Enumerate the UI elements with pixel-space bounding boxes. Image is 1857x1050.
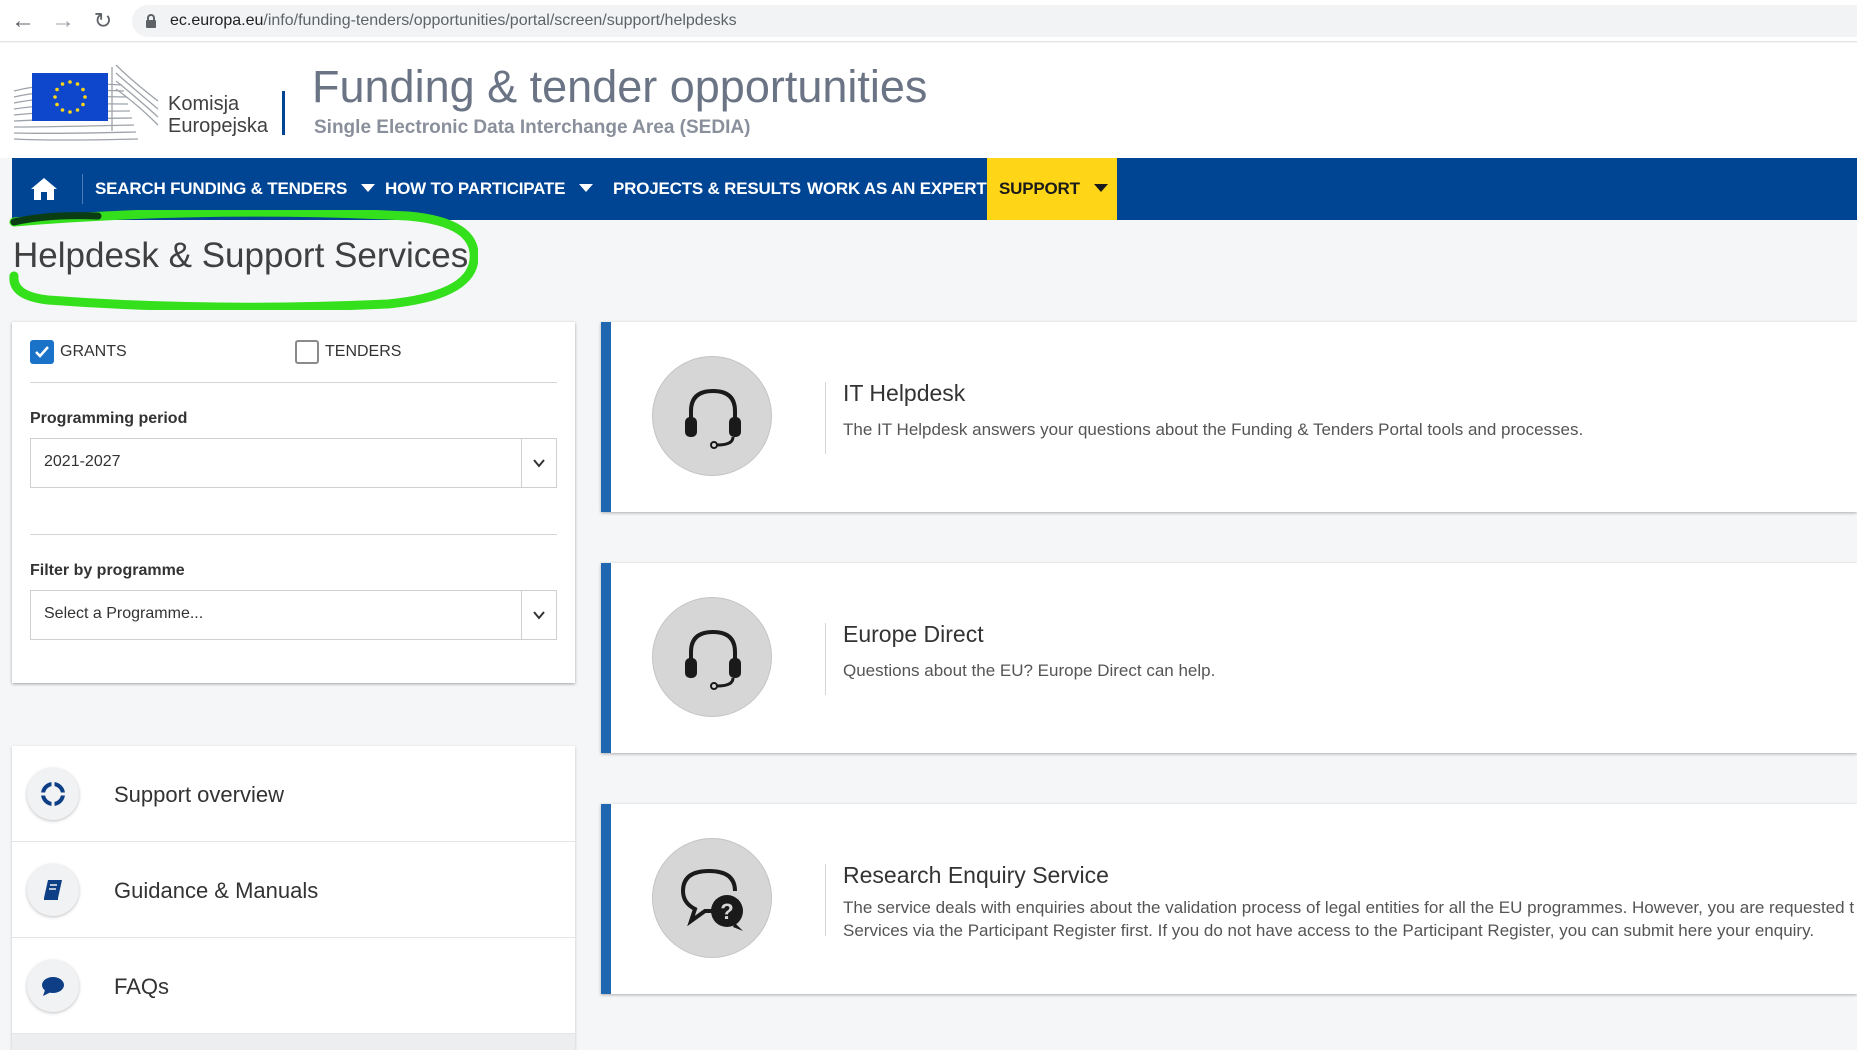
card-title[interactable]: IT Helpdesk <box>843 380 965 407</box>
organisation-name-line1: Komisja <box>168 93 240 115</box>
menu-item-label: Guidance & Manuals <box>114 878 319 903</box>
caret-down-icon <box>579 184 594 193</box>
grants-label[interactable]: GRANTS <box>60 343 127 361</box>
filter-divider <box>30 382 557 383</box>
menu-footer <box>12 1034 575 1050</box>
select-divider <box>521 439 522 487</box>
svg-text:?: ? <box>720 899 733 924</box>
speech-bubble-icon <box>27 960 79 1012</box>
filter-by-programme-label: Filter by programme <box>30 562 185 579</box>
caret-down-icon <box>1093 184 1108 193</box>
site-title[interactable]: Funding & tender opportunities <box>312 61 927 113</box>
card-description: The IT Helpdesk answers your questions a… <box>843 418 1583 441</box>
page-title: Helpdesk & Support Services <box>13 236 469 275</box>
helpdesk-card-europe-direct[interactable]: Europe Direct Questions about the EU? Eu… <box>601 563 1857 753</box>
main-navigation: SEARCH FUNDING & TENDERS HOW TO PARTICIP… <box>12 158 1857 220</box>
support-menu: Support overview Guidance & Manuals FAQs <box>12 746 575 1050</box>
tenders-checkbox[interactable] <box>295 340 319 364</box>
nav-work-as-expert[interactable]: WORK AS AN EXPERT <box>807 158 987 220</box>
programme-select-placeholder: Select a Programme... <box>44 605 204 622</box>
url-text[interactable]: ec.europa.eu/info/funding-tenders/opport… <box>170 12 737 30</box>
nav-support[interactable]: SUPPORT <box>987 158 1117 220</box>
lock-icon <box>146 14 156 28</box>
menu-item-label: Support overview <box>114 782 284 807</box>
caret-down-icon <box>361 184 376 193</box>
organisation-name: Komisja Europejska <box>168 93 268 137</box>
nav-work-as-expert-label: WORK AS AN EXPERT <box>807 179 987 198</box>
chevron-down-icon <box>533 459 545 468</box>
back-arrow-icon[interactable]: ← <box>10 8 36 34</box>
menu-item-support-overview[interactable]: Support overview <box>12 746 575 842</box>
menu-item-label: FAQs <box>114 974 170 999</box>
nav-projects-results[interactable]: PROJECTS & RESULTS <box>613 158 801 220</box>
menu-item-guidance-manuals[interactable]: Guidance & Manuals <box>12 842 575 938</box>
grants-checkbox[interactable] <box>30 340 54 364</box>
programming-period-select[interactable]: 2021-2027 <box>30 438 557 488</box>
card-title[interactable]: Research Enquiry Service <box>843 862 1109 889</box>
card-description-line: The service deals with enquiries about t… <box>843 898 1855 917</box>
card-title[interactable]: Europe Direct <box>843 621 984 648</box>
header-divider <box>282 91 285 135</box>
nav-search-funding-tenders[interactable]: SEARCH FUNDING & TENDERS <box>95 158 376 220</box>
card-description-line: Questions about the EU? Europe Direct ca… <box>843 661 1216 680</box>
headset-icon <box>652 356 772 476</box>
nav-search-funding-tenders-label: SEARCH FUNDING & TENDERS <box>95 179 348 198</box>
card-description-line: Services via the Participant Register fi… <box>843 921 1815 940</box>
filter-divider <box>30 534 557 535</box>
organisation-name-line2: Europejska <box>168 115 269 137</box>
card-description: Questions about the EU? Europe Direct ca… <box>843 659 1215 682</box>
question-chat-icon: ? <box>652 838 772 958</box>
nav-how-to-participate-label: HOW TO PARTICIPATE <box>385 179 566 198</box>
reload-icon[interactable]: ↻ <box>90 8 116 34</box>
card-divider <box>825 623 826 695</box>
card-description-line: The IT Helpdesk answers your questions a… <box>843 420 1584 439</box>
programming-period-value: 2021-2027 <box>44 453 121 470</box>
url-path: /info/funding-tenders/opportunities/port… <box>263 12 737 29</box>
helpdesk-card-research-enquiry[interactable]: ? Research Enquiry Service The service d… <box>601 804 1857 994</box>
nav-projects-results-label: PROJECTS & RESULTS <box>613 179 801 198</box>
helpdesk-card-it[interactable]: IT Helpdesk The IT Helpdesk answers your… <box>601 322 1857 512</box>
tenders-label[interactable]: TENDERS <box>325 343 401 361</box>
nav-support-label: SUPPORT <box>999 179 1080 198</box>
select-divider <box>521 591 522 639</box>
checkmark-icon <box>35 346 49 358</box>
site-header: Komisja Europejska Funding & tender oppo… <box>0 43 1857 158</box>
card-divider <box>825 864 826 936</box>
home-icon[interactable] <box>30 177 58 201</box>
nav-how-to-participate[interactable]: HOW TO PARTICIPATE <box>385 158 594 220</box>
browser-toolbar: ← → ↻ ec.europa.eu/info/funding-tenders/… <box>0 0 1857 42</box>
url-domain: ec.europa.eu <box>170 12 264 29</box>
programming-period-label: Programming period <box>30 410 188 427</box>
menu-item-faqs[interactable]: FAQs <box>12 938 575 1034</box>
chevron-down-icon <box>533 611 545 620</box>
filter-panel: GRANTS TENDERS Programming period 2021-2… <box>12 322 575 683</box>
forward-arrow-icon[interactable]: → <box>50 8 76 34</box>
lifebuoy-icon <box>27 768 79 820</box>
card-divider <box>825 382 826 454</box>
book-icon <box>27 864 79 916</box>
site-subtitle: Single Electronic Data Interchange Area … <box>314 117 751 138</box>
eu-flag-icon <box>32 73 108 121</box>
address-bar[interactable]: ec.europa.eu/info/funding-tenders/opport… <box>132 5 1857 37</box>
headset-icon <box>652 597 772 717</box>
card-description: The service deals with enquiries about t… <box>843 896 1854 942</box>
programme-select[interactable]: Select a Programme... <box>30 590 557 640</box>
nav-divider <box>82 174 83 204</box>
